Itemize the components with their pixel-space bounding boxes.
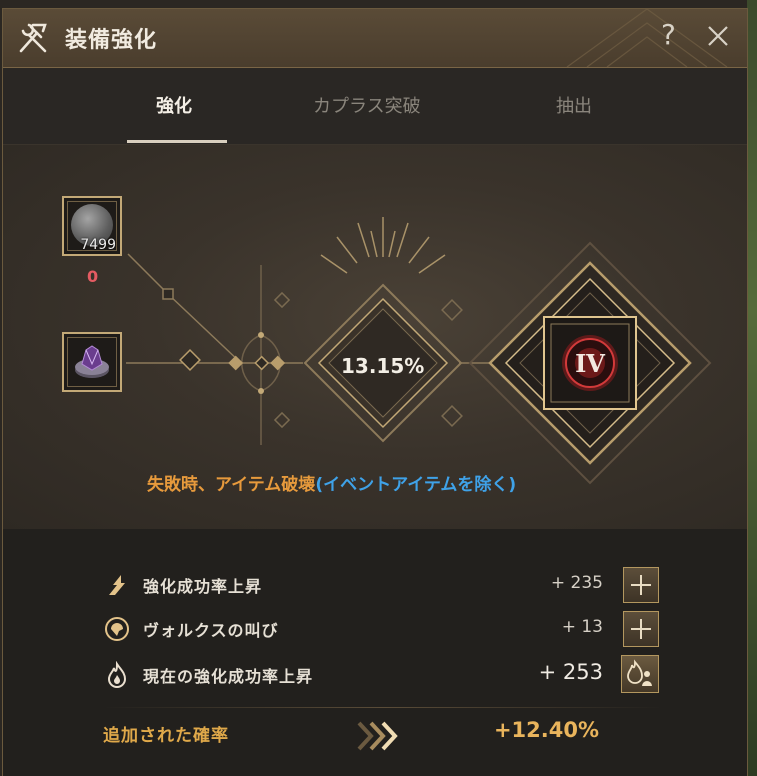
- stat-label: 強化成功率上昇: [143, 577, 263, 596]
- stat-row-valks: ヴォルクスの叫び + 13: [103, 611, 663, 647]
- help-button[interactable]: ?: [661, 18, 676, 51]
- stat-row-current: 現在の強化成功率上昇 + 253: [103, 655, 663, 693]
- added-rate-value: +12.40%: [493, 718, 599, 742]
- warning-text: 失敗時、アイテム破壊: [147, 475, 316, 495]
- stat-value: + 235: [550, 573, 603, 593]
- purple-gem-icon: [75, 345, 109, 378]
- tab-caphras[interactable]: カプラス突破: [313, 92, 421, 118]
- add-valks-button[interactable]: [623, 611, 659, 647]
- stat-label: 現在の強化成功率上昇: [143, 667, 314, 686]
- destroy-warning: 失敗時、アイテム破壊(イベントアイテムを除く): [147, 470, 516, 495]
- divider: [103, 707, 663, 708]
- added-rate-label: 追加された確率: [103, 726, 229, 746]
- warning-exception-text: (イベントアイテムを除く): [315, 475, 517, 495]
- family-buff-button[interactable]: [621, 655, 659, 693]
- title-bar[interactable]: 装備強化 ?: [3, 9, 747, 68]
- flame-icon: [107, 661, 127, 688]
- triple-chevron-icon: [357, 721, 398, 751]
- add-bonus-button[interactable]: [623, 567, 659, 603]
- valks-cry-icon: [105, 617, 129, 641]
- stat-row-enhance-bonus: 強化成功率上昇 + 235: [103, 567, 663, 603]
- target-level-text: IV: [575, 349, 605, 378]
- tab-extract[interactable]: 抽出: [556, 92, 592, 118]
- enhancement-window: 装備強化 ? 強化 カプラス突破 抽出 IV 7499 0 13.15% 失敗時…: [2, 8, 748, 776]
- hammer-wrench-icon: [19, 23, 47, 53]
- family-flame-icon: [627, 659, 652, 686]
- close-icon[interactable]: [701, 19, 735, 53]
- arrow-up-icon: [109, 575, 125, 595]
- active-tab-underline: [127, 140, 227, 143]
- stats-panel: 強化成功率上昇 + 235 ヴォルクスの叫び + 13 現在の強化成功率上昇 +…: [3, 529, 747, 776]
- background-edge: [747, 0, 757, 776]
- success-rate: 13.15%: [341, 354, 425, 378]
- stat-label: ヴォルクスの叫び: [143, 621, 279, 640]
- tab-enhance[interactable]: 強化: [156, 92, 192, 118]
- failstack-count: 0: [87, 267, 99, 286]
- material-slot[interactable]: 7499: [62, 196, 122, 256]
- material-count: 7499: [80, 237, 116, 253]
- window-title: 装備強化: [65, 28, 158, 53]
- stat-value: + 13: [561, 617, 603, 637]
- equipment-slot[interactable]: [62, 332, 122, 392]
- stat-value: + 253: [538, 660, 603, 684]
- tab-bar: 強化 カプラス突破 抽出: [3, 68, 747, 145]
